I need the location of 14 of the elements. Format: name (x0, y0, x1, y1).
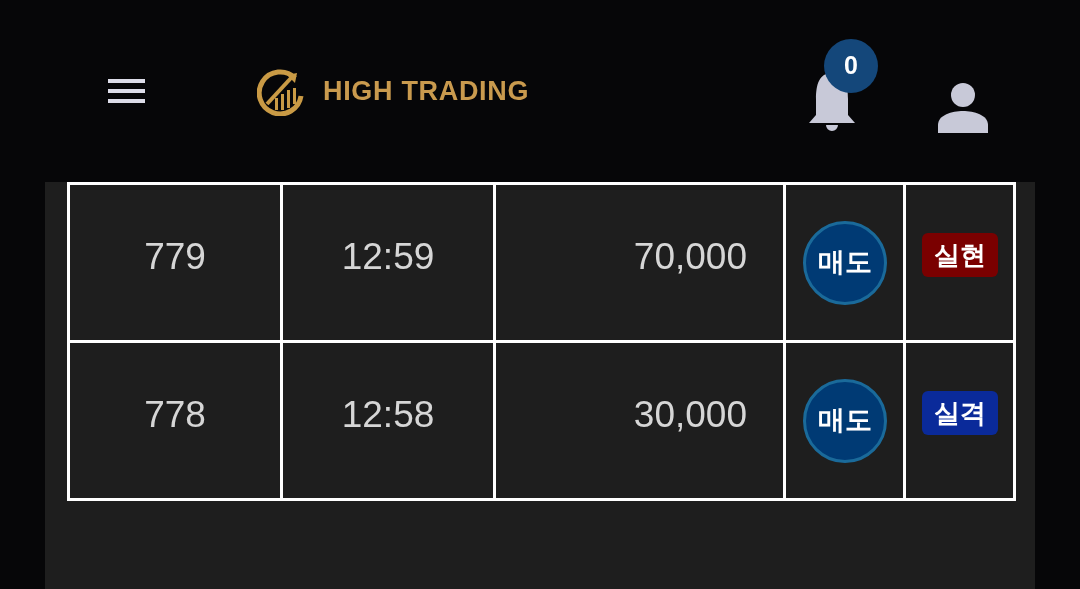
brand-name: HIGH TRADING (323, 74, 530, 108)
table-cell: 779 (68, 183, 282, 342)
table-cell: 70,000 (494, 183, 785, 342)
menu-icon[interactable] (108, 79, 145, 103)
table-cell: 12:58 (281, 341, 495, 500)
result-tag: 실격 (921, 391, 998, 435)
table-cell: 12:59 (281, 183, 495, 342)
sell-button[interactable]: 매도 (802, 378, 887, 463)
user-icon[interactable] (938, 83, 988, 133)
table-cell: 30,000 (494, 341, 785, 500)
notification-badge: 0 (824, 39, 878, 93)
sell-button[interactable]: 매도 (802, 220, 887, 305)
result-tag: 실현 (921, 233, 998, 277)
table-cell: 778 (68, 341, 282, 500)
